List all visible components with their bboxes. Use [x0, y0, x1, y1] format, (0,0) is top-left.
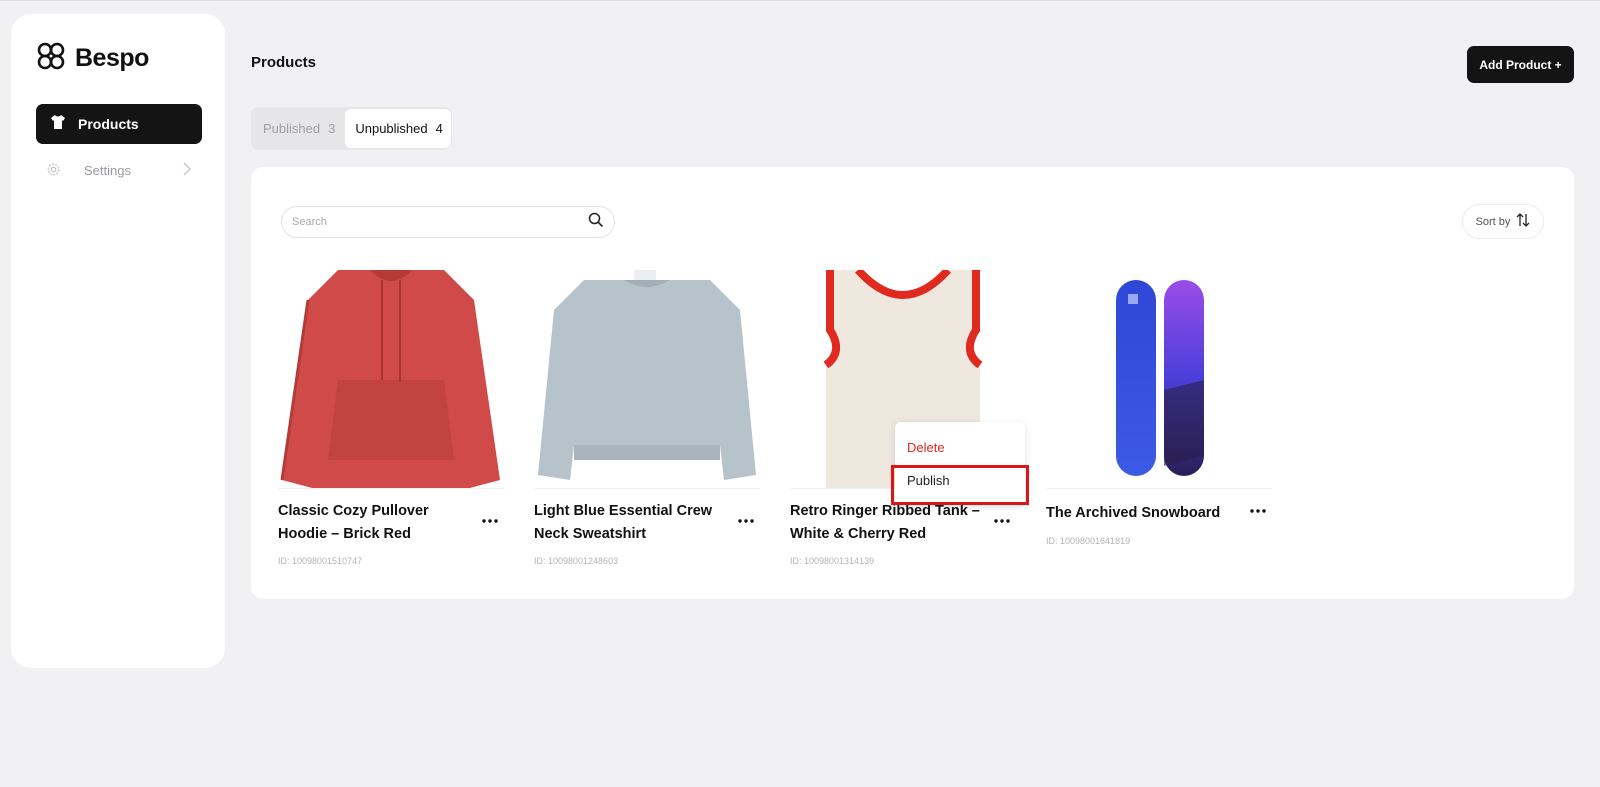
sort-arrows-icon	[1516, 212, 1530, 231]
page-title: Products	[251, 54, 317, 71]
product-id: ID: 10098001641819	[1046, 536, 1131, 546]
sidebar-item-settings[interactable]: Settings	[36, 154, 202, 186]
add-product-label: Add Product +	[1479, 57, 1562, 72]
tab-count: 4	[435, 121, 443, 136]
status-tabs: Published 3 Unpublished 4	[251, 107, 452, 150]
app-root: Bespo Products Settings Products Add Pro…	[0, 0, 1600, 787]
product-name: Classic Cozy Pullover Hoodie – Brick Red	[278, 503, 429, 542]
product-name: The Archived Snowboard	[1046, 505, 1221, 521]
product-name: Retro Ringer Ribbed Tank – White & Cherr…	[790, 503, 980, 542]
product-image[interactable]	[534, 270, 760, 489]
tab-unpublished[interactable]: Unpublished 4	[345, 109, 452, 148]
publish-menu-item[interactable]: Publish	[907, 473, 950, 488]
sidebar-item-label: Settings	[84, 162, 131, 178]
chevron-right-icon	[182, 162, 192, 181]
product-context-menu: Delete Publish	[895, 422, 1025, 505]
product-id: ID: 10098001314139	[790, 556, 875, 566]
product-id: ID: 10098001510747	[278, 556, 363, 566]
product-name: Light Blue Essential Crew Neck Sweatshir…	[534, 503, 713, 542]
tab-published[interactable]: Published 3	[253, 109, 345, 148]
panel-footer-strip	[251, 599, 1574, 629]
sidebar-item-label: Products	[78, 116, 139, 132]
bespo-logo-icon	[35, 40, 67, 77]
product-image[interactable]	[278, 270, 504, 489]
product-card[interactable]: Classic Cozy Pullover Hoodie – Brick Red…	[278, 270, 506, 566]
more-options-icon[interactable]	[992, 511, 1012, 531]
search-input[interactable]	[292, 216, 588, 228]
more-options-icon[interactable]	[1248, 501, 1268, 521]
sort-label: Sort by	[1475, 215, 1511, 228]
product-card[interactable]: The Archived Snowboard ID: 1009800164181…	[1046, 270, 1274, 546]
sidebar-item-products[interactable]: Products	[36, 104, 202, 144]
tab-label: Published	[263, 121, 321, 136]
tshirt-icon	[50, 114, 66, 135]
sidebar: Bespo Products Settings	[11, 14, 225, 668]
more-options-icon[interactable]	[480, 511, 500, 531]
tab-count: 3	[328, 121, 336, 136]
search-icon[interactable]	[588, 212, 604, 233]
product-id: ID: 10098001248603	[534, 556, 619, 566]
brand-name: Bespo	[75, 44, 149, 72]
brand[interactable]: Bespo	[35, 40, 149, 77]
tab-label: Unpublished	[355, 121, 428, 136]
product-panel: Sort by Classic Cozy Pullo	[251, 167, 1574, 599]
sort-button[interactable]: Sort by	[1462, 204, 1544, 239]
add-product-button[interactable]: Add Product +	[1467, 46, 1574, 83]
delete-menu-item[interactable]: Delete	[907, 440, 945, 455]
more-options-icon[interactable]	[736, 511, 756, 531]
product-image[interactable]	[1046, 270, 1272, 489]
product-card[interactable]: Light Blue Essential Crew Neck Sweatshir…	[534, 270, 762, 566]
gear-icon	[46, 162, 61, 182]
search-box	[281, 206, 615, 238]
